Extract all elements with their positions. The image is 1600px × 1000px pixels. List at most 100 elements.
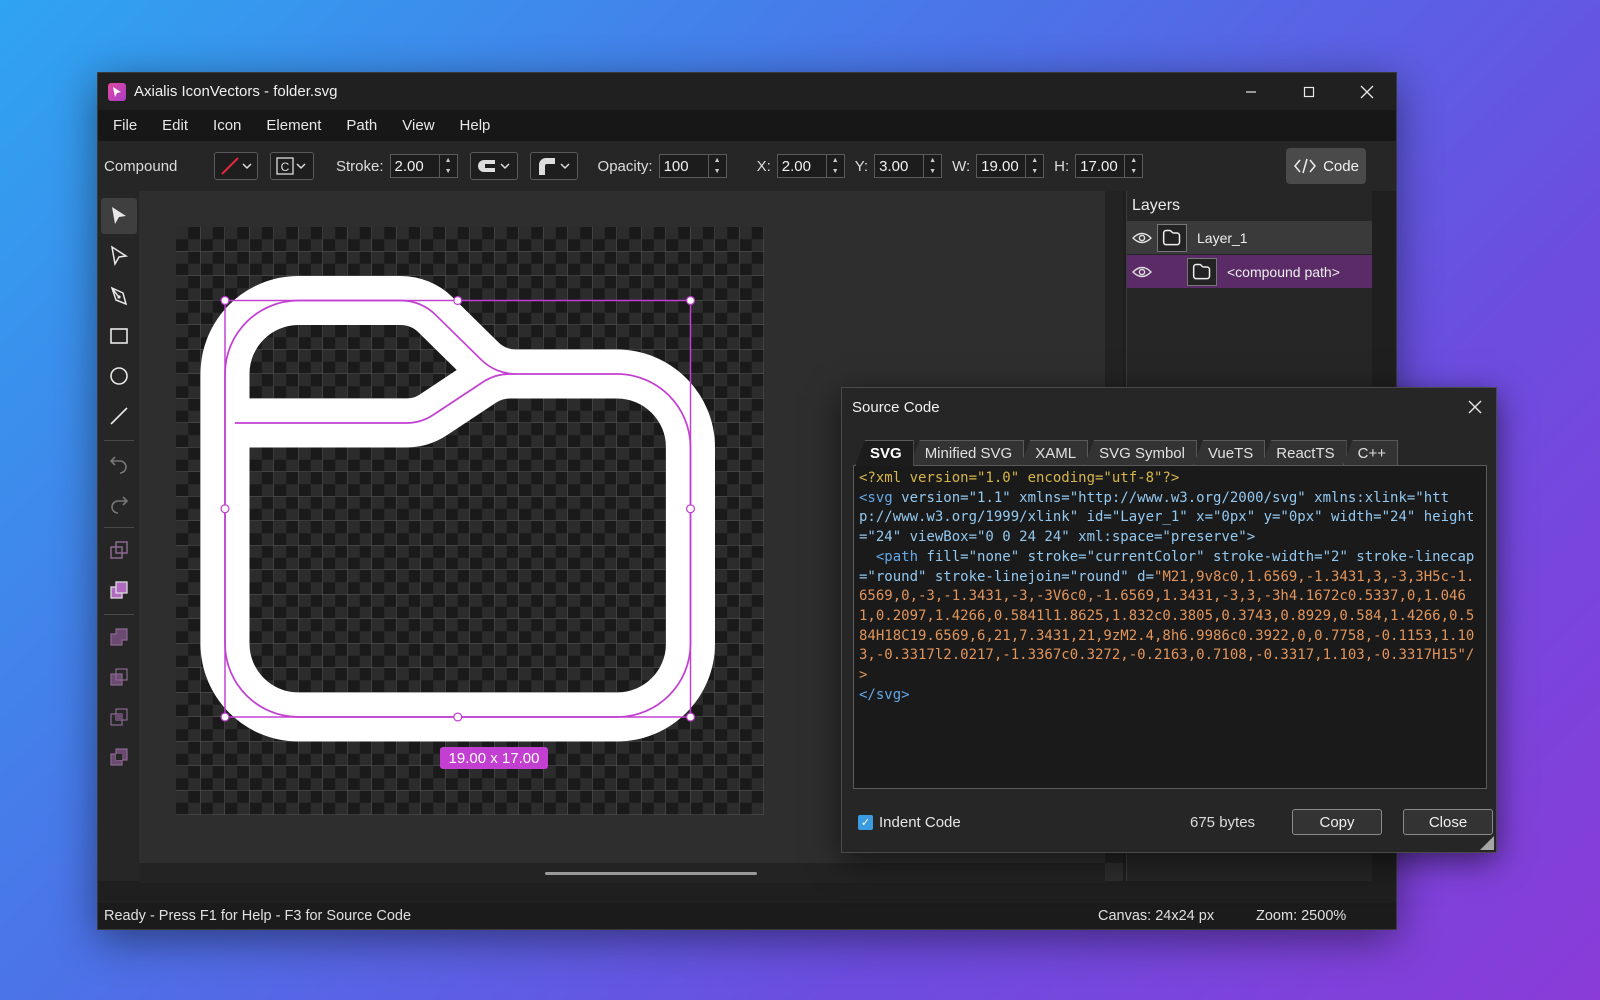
tab-reactts[interactable]: ReactTS bbox=[1261, 440, 1347, 466]
select-tool[interactable] bbox=[100, 198, 137, 234]
menu-file[interactable]: File bbox=[104, 117, 153, 134]
increment-icon[interactable]: ▲ bbox=[924, 155, 941, 166]
decrement-icon[interactable]: ▼ bbox=[440, 166, 457, 177]
redo-button[interactable] bbox=[101, 485, 137, 521]
line-cap-dropdown[interactable] bbox=[469, 152, 518, 180]
increment-icon[interactable]: ▲ bbox=[827, 155, 844, 166]
increment-icon[interactable]: ▲ bbox=[709, 155, 726, 166]
boolean-exclude-button[interactable] bbox=[101, 739, 137, 775]
tab-cpp[interactable]: C++ bbox=[1342, 440, 1398, 466]
layer-row[interactable]: Layer_1 bbox=[1127, 221, 1372, 255]
source-code-button[interactable]: Code bbox=[1286, 148, 1366, 184]
eye-icon[interactable] bbox=[1127, 265, 1157, 279]
width-stepper[interactable]: ▲▼ bbox=[976, 154, 1045, 178]
tab-svg[interactable]: SVG bbox=[855, 440, 914, 466]
close-window-button[interactable] bbox=[1338, 73, 1396, 110]
line-join-dropdown[interactable] bbox=[529, 152, 578, 180]
redo-icon bbox=[110, 496, 128, 514]
boolean-union-button[interactable] bbox=[101, 619, 137, 655]
decrement-icon[interactable]: ▼ bbox=[709, 166, 726, 177]
code-path-data: "M21,9v8c0,1.6569,-1.3431,3,-3,3H5c-1.65… bbox=[859, 568, 1475, 684]
decrement-icon[interactable]: ▼ bbox=[827, 166, 844, 177]
layer-row[interactable]: <compound path> bbox=[1127, 255, 1372, 289]
rectangle-icon bbox=[109, 328, 128, 344]
title-bar[interactable]: Axialis IconVectors - folder.svg bbox=[98, 73, 1396, 110]
increment-icon[interactable]: ▲ bbox=[1125, 155, 1142, 166]
ellipse-tool[interactable] bbox=[101, 358, 137, 394]
layer-name: Layer_1 bbox=[1197, 229, 1248, 246]
layer-name: <compound path> bbox=[1227, 263, 1340, 280]
canvas-artboard[interactable] bbox=[176, 227, 764, 815]
chevron-down-icon bbox=[500, 163, 510, 170]
source-code-text[interactable]: <?xml version="1.0" encoding="utf-8"?> <… bbox=[853, 465, 1487, 789]
tab-vuets[interactable]: VueTS bbox=[1192, 440, 1266, 466]
y-input[interactable] bbox=[875, 155, 924, 177]
chevron-down-icon bbox=[560, 163, 570, 170]
height-input[interactable] bbox=[1076, 155, 1125, 177]
menu-icon[interactable]: Icon bbox=[204, 117, 257, 134]
x-label: X: bbox=[756, 157, 771, 175]
menu-element[interactable]: Element bbox=[257, 117, 337, 134]
fill-mode-dropdown[interactable]: C bbox=[270, 152, 314, 180]
menu-path[interactable]: Path bbox=[337, 117, 393, 134]
folder-icon bbox=[1157, 223, 1187, 252]
rectangle-tool[interactable] bbox=[101, 318, 137, 354]
undo-button[interactable] bbox=[101, 445, 137, 481]
copy-button[interactable]: Copy bbox=[1292, 809, 1382, 835]
maximize-button[interactable] bbox=[1280, 73, 1338, 110]
code-xml-declaration: <?xml version="1.0" encoding="utf-8"?> bbox=[859, 470, 1180, 486]
decrement-icon[interactable]: ▼ bbox=[924, 166, 941, 177]
indent-code-checkbox[interactable]: ✓ Indent Code bbox=[858, 814, 961, 831]
opacity-stepper[interactable]: ▲▼ bbox=[658, 154, 727, 178]
resize-grip[interactable] bbox=[1480, 836, 1494, 850]
direct-select-tool[interactable] bbox=[101, 238, 137, 274]
code-svg-attributes: version="1.1" xmlns="http://www.w3.org/2… bbox=[859, 489, 1475, 546]
menu-help[interactable]: Help bbox=[451, 117, 507, 134]
opacity-input[interactable] bbox=[659, 155, 708, 177]
svg-text:C: C bbox=[281, 160, 290, 174]
pen-tool[interactable] bbox=[101, 278, 137, 314]
close-dialog-button[interactable] bbox=[1464, 396, 1486, 418]
window-title: Axialis IconVectors - folder.svg bbox=[134, 83, 338, 100]
stroke-color-dropdown[interactable] bbox=[214, 152, 258, 180]
circle-icon bbox=[109, 367, 128, 385]
line-icon bbox=[109, 407, 128, 425]
arrow-select-icon bbox=[111, 207, 126, 224]
y-stepper[interactable]: ▲▼ bbox=[874, 154, 943, 178]
menu-edit[interactable]: Edit bbox=[153, 117, 204, 134]
tab-xaml[interactable]: XAML bbox=[1020, 440, 1089, 466]
boolean-intersect-button[interactable] bbox=[101, 699, 137, 735]
decrement-icon[interactable]: ▼ bbox=[1026, 166, 1043, 177]
ungroup-button[interactable] bbox=[101, 532, 137, 568]
increment-icon[interactable]: ▲ bbox=[440, 155, 457, 166]
eye-icon[interactable] bbox=[1127, 231, 1157, 245]
horizontal-scrollbar[interactable] bbox=[139, 863, 1105, 883]
menu-view[interactable]: View bbox=[393, 117, 450, 134]
scrollbar-thumb[interactable] bbox=[545, 872, 757, 875]
x-input[interactable] bbox=[777, 155, 826, 177]
minimize-button[interactable] bbox=[1222, 73, 1280, 110]
y-label: Y: bbox=[854, 157, 869, 175]
stroke-width-input[interactable] bbox=[390, 155, 439, 177]
separator bbox=[103, 614, 134, 615]
x-stepper[interactable]: ▲▼ bbox=[776, 154, 845, 178]
close-button[interactable]: Close bbox=[1403, 809, 1493, 835]
boolean-subtract-button[interactable] bbox=[101, 659, 137, 695]
line-tool[interactable] bbox=[101, 398, 137, 434]
pen-icon bbox=[110, 286, 127, 306]
increment-icon[interactable]: ▲ bbox=[1026, 155, 1043, 166]
dialog-title[interactable]: Source Code bbox=[842, 388, 1496, 426]
compound-button[interactable] bbox=[101, 572, 137, 608]
height-stepper[interactable]: ▲▼ bbox=[1075, 154, 1144, 178]
tab-svg-symbol[interactable]: SVG Symbol bbox=[1084, 440, 1197, 466]
opacity-label: Opacity: bbox=[597, 157, 653, 175]
drawing-canvas[interactable]: 19.00 x 17.00 bbox=[176, 227, 764, 815]
tab-minified-svg[interactable]: Minified SVG bbox=[909, 440, 1025, 466]
folder-icon bbox=[1187, 257, 1217, 286]
stroke-width-stepper[interactable]: ▲▼ bbox=[389, 154, 458, 178]
direct-select-icon bbox=[110, 245, 128, 267]
zoom-status: Zoom: 2500% bbox=[1256, 908, 1347, 924]
h-label: H: bbox=[1054, 157, 1070, 175]
decrement-icon[interactable]: ▼ bbox=[1125, 166, 1142, 177]
width-input[interactable] bbox=[977, 155, 1026, 177]
